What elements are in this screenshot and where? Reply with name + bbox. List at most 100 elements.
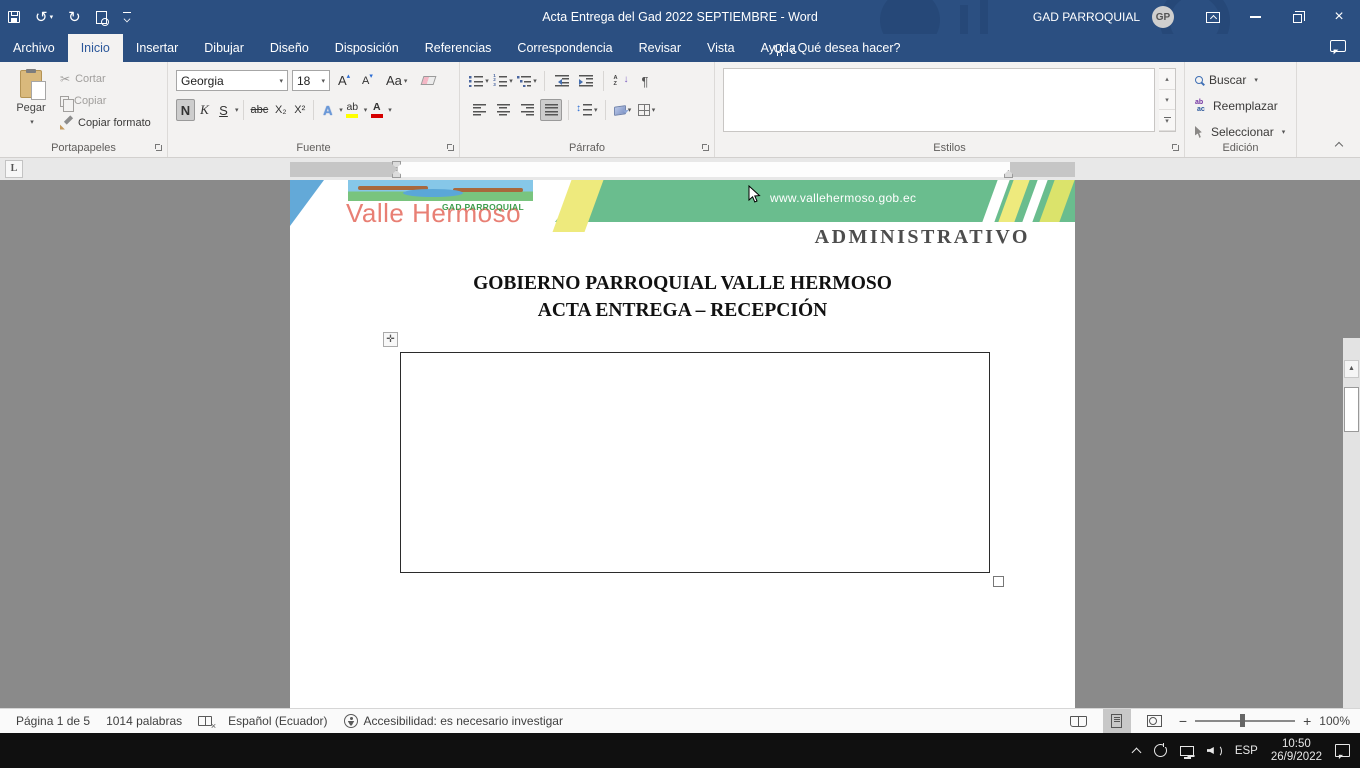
- zoom-in-icon[interactable]: +: [1303, 713, 1311, 729]
- scroll-up-icon[interactable]: ▲: [1344, 360, 1359, 378]
- justify-button[interactable]: [540, 99, 562, 121]
- italic-button[interactable]: K: [195, 99, 214, 121]
- copy-button[interactable]: Copiar: [60, 92, 106, 110]
- select-button[interactable]: Seleccionar▾: [1195, 122, 1285, 142]
- copy-icon: [60, 96, 69, 107]
- styles-scroll-down-icon[interactable]: ▾: [1159, 90, 1175, 111]
- avatar[interactable]: GP: [1152, 6, 1174, 28]
- zoom-level[interactable]: 100%: [1319, 714, 1350, 728]
- text-highlight-button[interactable]: ab: [343, 99, 362, 121]
- paste-button[interactable]: Pegar ▾: [8, 68, 54, 148]
- read-mode-button[interactable]: [1065, 709, 1093, 733]
- undo-icon[interactable]: ↺▾: [35, 10, 53, 25]
- keyboard-language[interactable]: ESP: [1235, 745, 1258, 757]
- align-right-button[interactable]: [516, 99, 538, 121]
- underline-button[interactable]: S: [214, 99, 233, 121]
- zoom-slider-thumb[interactable]: [1240, 714, 1245, 727]
- paragraph-dialog-launcher[interactable]: [701, 143, 711, 153]
- action-center-icon[interactable]: [1335, 744, 1350, 757]
- table-move-handle[interactable]: ✛: [383, 332, 398, 347]
- ribbon-tab[interactable]: Vista: [694, 34, 748, 62]
- clock[interactable]: 10:50 26/9/2022: [1271, 738, 1322, 764]
- line-spacing-button[interactable]: ▾: [575, 99, 599, 121]
- text-effects-button[interactable]: A: [318, 99, 337, 121]
- ribbon-tab[interactable]: Dibujar: [191, 34, 257, 62]
- tell-me-search[interactable]: ¿Qué desea hacer?: [760, 34, 901, 62]
- network-icon[interactable]: [1180, 746, 1194, 756]
- document-page[interactable]: Valle Hermoso GAD PARROQUIAL www.vallehe…: [290, 180, 1075, 708]
- font-color-dropdown-icon[interactable]: ▾: [388, 106, 392, 114]
- proofing-status[interactable]: [198, 716, 212, 726]
- feedback-icon[interactable]: [1330, 40, 1346, 52]
- borders-button[interactable]: ▾: [636, 99, 658, 121]
- ribbon-tab[interactable]: Diseño: [257, 34, 322, 62]
- find-button[interactable]: Buscar▾: [1195, 70, 1258, 90]
- superscript-button[interactable]: X²: [290, 99, 309, 121]
- styles-dialog-launcher[interactable]: [1171, 143, 1181, 153]
- shading-button[interactable]: ▾: [612, 99, 634, 121]
- save-icon[interactable]: [8, 11, 20, 23]
- sort-button[interactable]: [610, 70, 632, 92]
- horizontal-ruler[interactable]: [290, 162, 1075, 177]
- table-resize-handle[interactable]: [993, 576, 1004, 587]
- print-preview-icon[interactable]: [96, 11, 107, 24]
- ribbon-tab[interactable]: Inicio: [68, 34, 123, 62]
- ribbon-display-options-button[interactable]: [1192, 0, 1234, 34]
- subscript-button[interactable]: X₂: [271, 99, 290, 121]
- font-dialog-launcher[interactable]: [446, 143, 456, 153]
- zoom-out-icon[interactable]: −: [1179, 713, 1187, 729]
- ribbon-tab[interactable]: Insertar: [123, 34, 191, 62]
- redo-icon[interactable]: ↻: [68, 10, 81, 25]
- ribbon-tab[interactable]: Revisar: [626, 34, 694, 62]
- align-left-button[interactable]: [468, 99, 490, 121]
- shrink-font-button[interactable]: A: [362, 70, 373, 91]
- ribbon-tab[interactable]: Correspondencia: [504, 34, 625, 62]
- volume-icon[interactable]: [1207, 745, 1222, 757]
- accessibility-status[interactable]: Accesibilidad: es necesario investigar: [344, 714, 563, 728]
- tray-sync-icon[interactable]: [1154, 744, 1167, 757]
- cut-button[interactable]: ✂ Cortar: [60, 70, 106, 88]
- close-button[interactable]: ×: [1318, 0, 1360, 34]
- font-size-combo[interactable]: 18▾: [292, 70, 330, 91]
- scrollbar-thumb[interactable]: [1344, 387, 1359, 432]
- styles-scroll-up-icon[interactable]: ▴: [1159, 69, 1175, 90]
- font-color-button[interactable]: A: [367, 99, 386, 121]
- strikethrough-button[interactable]: abc: [248, 99, 272, 121]
- ribbon-tab[interactable]: Disposición: [322, 34, 412, 62]
- font-name-combo[interactable]: Georgia▾: [176, 70, 288, 91]
- tray-expand-icon[interactable]: [1133, 747, 1141, 755]
- word-count[interactable]: 1014 palabras: [106, 714, 182, 728]
- decrease-indent-button[interactable]: [551, 70, 573, 92]
- change-case-button[interactable]: Aa▾: [386, 70, 407, 91]
- vertical-scrollbar[interactable]: ▲ ▼: [1343, 338, 1360, 768]
- bullets-button[interactable]: ▾: [468, 70, 490, 92]
- zoom-slider[interactable]: [1195, 720, 1295, 721]
- format-painter-button[interactable]: Copiar formato: [60, 114, 151, 132]
- instructions-table[interactable]: [400, 352, 990, 573]
- replace-button[interactable]: Reemplazar: [1195, 96, 1278, 116]
- customize-qat-icon[interactable]: [122, 12, 132, 22]
- numbering-button[interactable]: ▾: [492, 70, 514, 92]
- print-layout-button[interactable]: [1103, 709, 1131, 733]
- bold-button[interactable]: N: [176, 99, 195, 121]
- minimize-button[interactable]: [1234, 0, 1276, 34]
- ribbon-tab[interactable]: Archivo: [0, 34, 68, 62]
- align-center-button[interactable]: [492, 99, 514, 121]
- clipboard-dialog-launcher[interactable]: [154, 143, 164, 153]
- tab-stop-selector[interactable]: L: [5, 160, 23, 178]
- language-indicator[interactable]: Español (Ecuador): [228, 714, 327, 728]
- increase-indent-button[interactable]: [575, 70, 597, 92]
- clear-formatting-button[interactable]: [422, 70, 435, 91]
- grow-font-button[interactable]: A: [338, 70, 350, 91]
- underline-dropdown-icon[interactable]: ▾: [235, 106, 239, 114]
- paste-dropdown-icon[interactable]: ▾: [30, 118, 34, 126]
- page-indicator[interactable]: Página 1 de 5: [16, 714, 90, 728]
- account-name[interactable]: GAD PARROQUIAL: [1033, 10, 1140, 24]
- restore-button[interactable]: [1276, 0, 1318, 34]
- web-layout-button[interactable]: [1141, 709, 1169, 733]
- multilevel-list-button[interactable]: ▾: [516, 70, 538, 92]
- styles-more-icon[interactable]: ▾: [1159, 110, 1175, 131]
- collapse-ribbon-icon[interactable]: [1335, 140, 1344, 149]
- ribbon-tab[interactable]: Referencias: [412, 34, 505, 62]
- show-marks-button[interactable]: ¶: [634, 70, 656, 92]
